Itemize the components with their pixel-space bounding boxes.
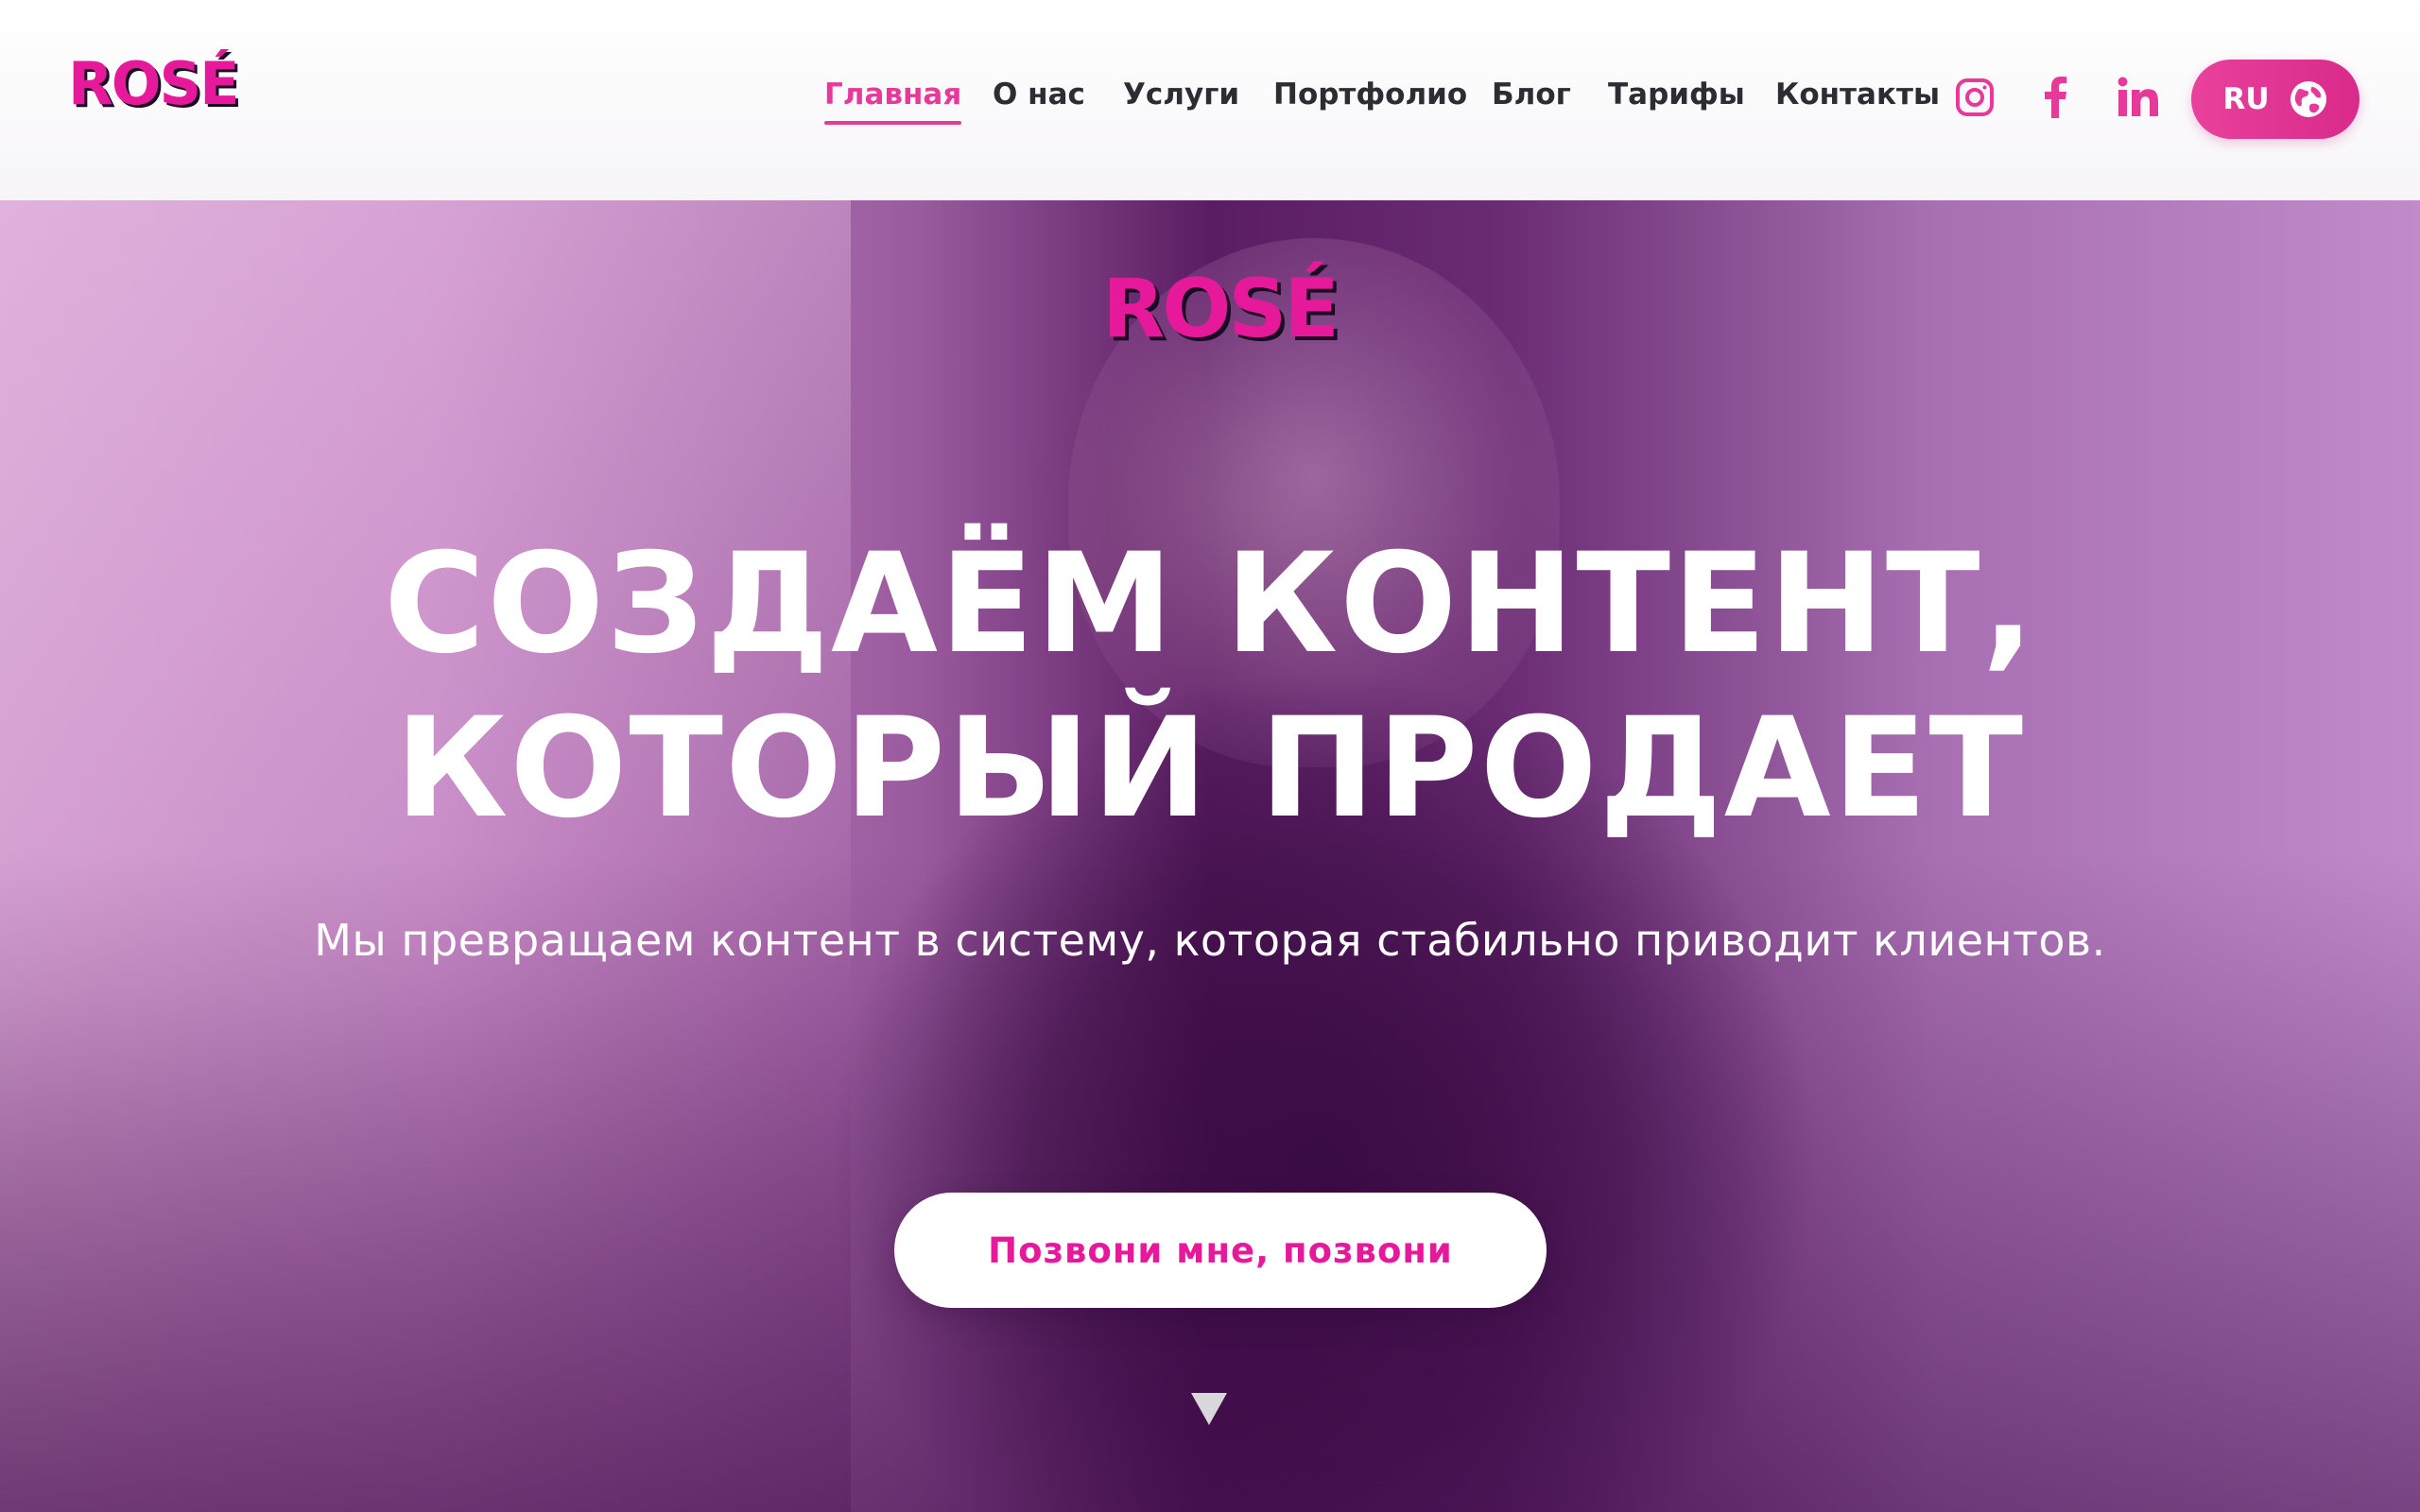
- nav-item-portfolio[interactable]: Портфолио: [1273, 77, 1467, 125]
- nav-item-home[interactable]: Главная: [824, 77, 962, 125]
- site-logo[interactable]: ROSÉ: [68, 55, 239, 113]
- nav-item-contacts[interactable]: Контакты: [1775, 77, 1940, 125]
- call-me-button[interactable]: Позвони мне, позвони: [894, 1193, 1547, 1308]
- globe-icon: [2289, 79, 2328, 119]
- hero-logo-text: ROSÉ: [1102, 262, 1340, 356]
- hero-title-line-2: КОТОРЫЙ ПРОДАЕТ: [394, 688, 2026, 849]
- hero-section: ROSÉ СОЗДАЁМ КОНТЕНТ, КОТОРЫЙ ПРОДАЕТ Мы…: [0, 200, 2420, 1512]
- call-me-label: Позвони мне, позвони: [988, 1229, 1453, 1271]
- hero-subtitle: Мы превращаем контент в систему, которая…: [314, 915, 2106, 966]
- triangle-down-icon[interactable]: [1189, 1389, 1229, 1429]
- nav-item-pricing[interactable]: Тарифы: [1608, 77, 1745, 125]
- hero-title-line-1: СОЗДАЁМ КОНТЕНТ,: [383, 524, 2037, 684]
- linkedin-icon[interactable]: [2112, 72, 2163, 123]
- site-header: ROSÉ Главная О нас Услуги Портфолио Блог…: [0, 0, 2420, 200]
- nav-item-about[interactable]: О нас: [993, 77, 1085, 125]
- hero-title: СОЗДАЁМ КОНТЕНТ, КОТОРЫЙ ПРОДАЕТ: [0, 522, 2420, 850]
- language-label: RU: [2222, 82, 2270, 116]
- logo-text: ROSÉ: [68, 49, 239, 118]
- facebook-icon[interactable]: [2031, 72, 2082, 123]
- hero-logo: ROSÉ: [1102, 268, 1340, 350]
- nav-item-blog[interactable]: Блог: [1492, 77, 1571, 125]
- instagram-icon[interactable]: [1949, 72, 2000, 123]
- language-switcher[interactable]: RU: [2191, 60, 2360, 139]
- nav-item-services[interactable]: Услуги: [1123, 77, 1239, 125]
